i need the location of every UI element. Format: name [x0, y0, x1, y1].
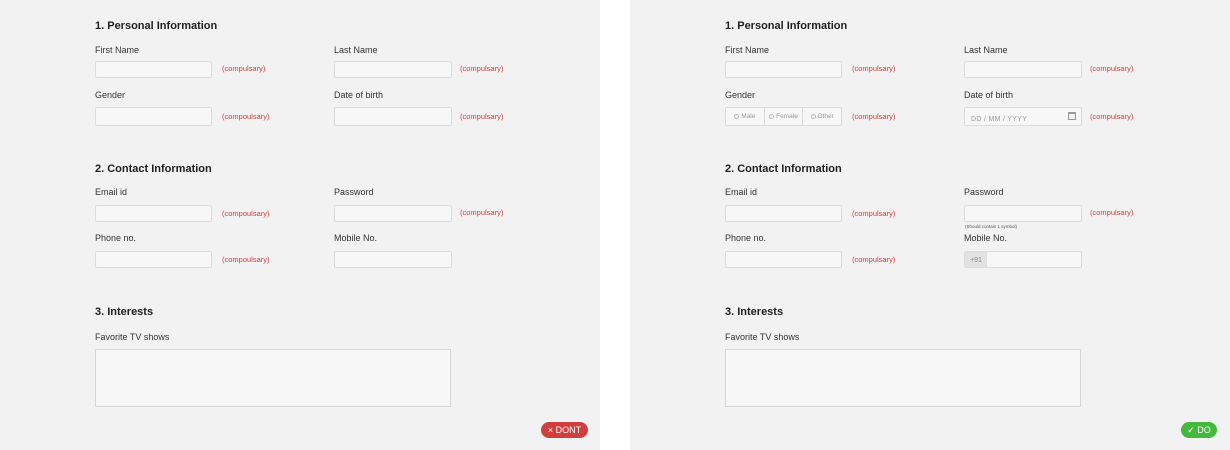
section-title-personal: 1. Personal Information [95, 20, 218, 32]
radio-circle-icon [734, 114, 740, 119]
do-badge: ✓ DO [1181, 422, 1217, 438]
first-name-input[interactable] [725, 61, 842, 78]
password-label: Password [334, 187, 374, 197]
phone-label: Phone no. [725, 233, 767, 243]
gender-label: Gender [725, 90, 756, 100]
dob-required: (compulsary) [1090, 112, 1134, 121]
gender-option-male[interactable]: Male [726, 108, 765, 125]
phone-required: (compulsary) [852, 255, 896, 264]
mobile-input[interactable] [334, 251, 452, 268]
radio-circle-icon [769, 114, 775, 119]
tv-shows-label: Favorite TV shows [95, 332, 170, 342]
gender-option-label: Male [741, 113, 756, 120]
first-name-input[interactable] [95, 61, 212, 78]
email-input[interactable] [95, 205, 212, 222]
dob-required: (compulsary) [460, 112, 504, 121]
first-name-required: (compulsary) [852, 64, 896, 73]
do-example-panel: 1. Personal Information First Name (comp… [630, 0, 1230, 450]
section-title-contact: 2. Contact Information [95, 163, 212, 175]
calendar-icon[interactable] [1068, 112, 1076, 120]
gender-label: Gender [95, 90, 126, 100]
dob-placeholder: DD / MM / YYYY [971, 116, 1028, 123]
country-code-prefix: +91 [965, 252, 987, 267]
phone-required: (compoulsary) [222, 255, 270, 264]
email-label: Email id [725, 187, 758, 197]
dob-input[interactable]: DD / MM / YYYY [964, 107, 1082, 126]
gender-option-label: Other [817, 113, 834, 120]
gender-option-other[interactable]: Other [803, 108, 841, 125]
phone-label: Phone no. [95, 233, 137, 243]
last-name-required: (compulsary) [1090, 64, 1134, 73]
dob-label: Date of birth [334, 90, 384, 100]
gender-option-female[interactable]: Female [765, 108, 804, 125]
mobile-label: Mobile No. [964, 233, 1008, 243]
first-name-required: (compulsary) [222, 64, 266, 73]
password-label: Password [964, 187, 1004, 197]
tv-shows-textarea[interactable] [95, 349, 451, 407]
mobile-label: Mobile No. [334, 233, 378, 243]
section-title-interests: 3. Interests [95, 306, 154, 318]
phone-input[interactable] [725, 251, 842, 268]
first-name-label: First Name [95, 45, 140, 55]
email-required: (compulsary) [852, 209, 896, 218]
mobile-input[interactable]: +91 [964, 251, 1082, 268]
phone-input[interactable] [95, 251, 212, 268]
gender-input[interactable] [95, 107, 212, 126]
gender-option-label: Female [776, 113, 798, 120]
last-name-label: Last Name [334, 45, 378, 55]
section-title-interests: 3. Interests [725, 306, 784, 318]
last-name-input[interactable] [964, 61, 1082, 78]
last-name-input[interactable] [334, 61, 452, 78]
section-title-personal: 1. Personal Information [725, 20, 848, 32]
password-required: (compulsary) [1090, 208, 1134, 217]
email-input[interactable] [725, 205, 842, 222]
section-title-contact: 2. Contact Information [725, 163, 842, 175]
gender-radio-group: Male Female Other [725, 107, 842, 126]
email-required: (compoulsary) [222, 209, 270, 218]
tv-shows-label: Favorite TV shows [725, 332, 800, 342]
dob-label: Date of birth [964, 90, 1014, 100]
dont-example-panel: 1. Personal Information First Name (comp… [0, 0, 600, 450]
dob-input[interactable] [334, 107, 452, 126]
last-name-label: Last Name [964, 45, 1008, 55]
email-label: Email id [95, 187, 128, 197]
password-required: (compulsary) [460, 208, 504, 217]
last-name-required: (compulsary) [460, 64, 504, 73]
dont-badge: × DONT [541, 422, 588, 438]
password-input[interactable] [334, 205, 452, 222]
radio-circle-icon [810, 114, 816, 119]
password-input[interactable] [964, 205, 1082, 222]
first-name-label: First Name [725, 45, 770, 55]
gender-required: (compoulsary) [222, 112, 270, 121]
password-hint: (Should contain 1 symbol) [965, 224, 1018, 229]
gender-required: (compulsary) [852, 112, 896, 121]
tv-shows-textarea[interactable] [725, 349, 1081, 407]
